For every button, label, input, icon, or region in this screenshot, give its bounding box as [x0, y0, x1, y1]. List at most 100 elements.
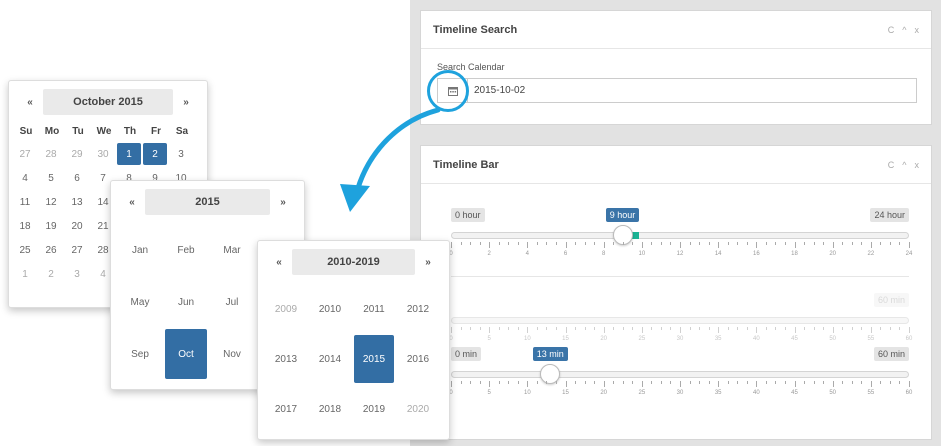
slider-tick-label: 10 — [638, 251, 646, 257]
faded-minute-slider[interactable]: 60 min 0 5 10 15 20 25 30 35 40 45 50 55 60 — [449, 289, 912, 349]
year-cell[interactable]: 2010 — [310, 285, 350, 333]
month-cell[interactable]: Mar — [211, 225, 253, 275]
slider-tick-label: 5 — [487, 336, 491, 342]
prev-year-button[interactable]: « — [119, 197, 145, 208]
month-cell[interactable]: Jun — [165, 277, 207, 327]
slider-tick — [470, 381, 472, 384]
day-cell[interactable]: 13 — [65, 191, 89, 213]
slider-tick — [489, 327, 491, 333]
year-cell[interactable]: 2009 — [266, 285, 306, 333]
slider-tick — [460, 327, 462, 330]
decade-switch[interactable]: 2010-2019 — [292, 249, 415, 275]
slider-tick-label: 2 — [487, 251, 491, 257]
slider-tick-label: 10 — [523, 336, 531, 342]
day-cell[interactable]: 4 — [13, 167, 37, 189]
next-month-button[interactable]: » — [173, 97, 199, 108]
day-cell[interactable]: 12 — [39, 191, 63, 213]
year-cell[interactable]: 2011 — [354, 285, 394, 333]
slider-tick — [575, 381, 577, 384]
year-cell[interactable]: 2014 — [310, 335, 350, 383]
slider-tick — [746, 327, 748, 330]
day-cell[interactable]: 30 — [91, 143, 115, 165]
refresh-icon[interactable]: C — [888, 160, 895, 170]
slider-tick-label: 60 — [905, 336, 913, 342]
minute-slider[interactable]: 0 min 60 min 13 min 0 5 10 15 20 25 30 35 40 45 50… — [449, 343, 912, 413]
slider-tick — [737, 381, 739, 384]
day-cell[interactable]: 5 — [39, 167, 63, 189]
slider-tick — [765, 327, 767, 330]
year-cell[interactable]: 2020 — [398, 385, 438, 433]
day-cell[interactable]: 27 — [13, 143, 37, 165]
month-cell[interactable]: Nov — [211, 329, 253, 379]
month-cell[interactable]: Sep — [119, 329, 161, 379]
collapse-icon[interactable]: ^ — [902, 25, 906, 35]
prev-decade-button[interactable]: « — [266, 257, 292, 268]
slider-tick — [909, 381, 910, 387]
slider-tick — [784, 242, 786, 245]
day-cell[interactable]: 6 — [65, 167, 89, 189]
day-cell[interactable]: 29 — [65, 143, 89, 165]
day-cell[interactable]: 20 — [65, 215, 89, 237]
day-cell[interactable]: 11 — [13, 191, 37, 213]
year-cell[interactable]: 2013 — [266, 335, 306, 383]
weekday-header: Su — [19, 125, 33, 137]
slider-track[interactable] — [451, 232, 909, 239]
slider-tick-label: 15 — [562, 390, 569, 396]
prev-month-button[interactable]: « — [17, 97, 43, 108]
next-decade-button[interactable]: » — [415, 257, 441, 268]
slider-tick — [851, 381, 853, 384]
slider-tick — [899, 381, 901, 384]
day-cell[interactable]: 27 — [65, 239, 89, 261]
slider-tick-label: 30 — [676, 336, 684, 342]
slider-tick-label: 35 — [714, 336, 722, 342]
slider-track[interactable] — [451, 371, 909, 378]
close-icon[interactable]: x — [915, 160, 920, 170]
slider-track[interactable] — [451, 317, 909, 324]
next-year-button[interactable]: » — [270, 197, 296, 208]
year-switch[interactable]: 2015 — [145, 189, 270, 215]
year-cell[interactable]: 2016 — [398, 335, 438, 383]
slider-tick — [508, 381, 510, 384]
slider-tick — [699, 381, 701, 384]
slider-tick — [517, 381, 519, 384]
slider-tick-label: 25 — [638, 336, 646, 342]
day-cell[interactable]: 28 — [39, 143, 63, 165]
slider-tick — [775, 327, 777, 330]
year-cell[interactable]: 2015 — [354, 335, 394, 383]
day-cell[interactable]: 2 — [143, 143, 167, 165]
month-cell[interactable]: May — [119, 277, 161, 327]
close-icon[interactable]: x — [915, 25, 920, 35]
day-cell[interactable]: 1 — [117, 143, 141, 165]
day-cell[interactable]: 3 — [169, 143, 193, 165]
slider-tick — [594, 327, 596, 330]
search-date-input[interactable]: 2015-10-02 — [437, 78, 917, 103]
month-cell[interactable]: Jan — [119, 225, 161, 275]
month-switch[interactable]: October 2015 — [43, 89, 173, 115]
day-cell[interactable]: 1 — [13, 263, 37, 285]
day-cell[interactable]: 2 — [39, 263, 63, 285]
day-cell[interactable]: 26 — [39, 239, 63, 261]
day-cell[interactable]: 3 — [65, 263, 89, 285]
slider-tick — [813, 381, 815, 384]
month-cell[interactable]: Feb — [165, 225, 207, 275]
slider-tick — [641, 242, 643, 248]
slider-tick — [889, 381, 891, 384]
slider-tick — [527, 242, 529, 248]
refresh-icon[interactable]: C — [888, 25, 895, 35]
timeline-search-panel: Timeline Search C ^ x Search Calendar 20… — [420, 10, 932, 125]
year-cell[interactable]: 2018 — [310, 385, 350, 433]
collapse-icon[interactable]: ^ — [902, 160, 906, 170]
year-cell[interactable]: 2012 — [398, 285, 438, 333]
year-cell[interactable]: 2017 — [266, 385, 306, 433]
hour-slider[interactable]: 0 hour 24 hour 9 hour 0 2 4 6 8 10 12 14 16 18 20 2… — [449, 204, 912, 274]
month-cell[interactable]: Jul — [211, 277, 253, 327]
day-cell[interactable]: 18 — [13, 215, 37, 237]
slider-tick — [527, 327, 529, 333]
slider-tick — [555, 327, 557, 330]
day-cell[interactable]: 25 — [13, 239, 37, 261]
day-cell[interactable]: 19 — [39, 215, 63, 237]
slider-tick — [804, 381, 806, 384]
slider-tick — [460, 381, 462, 384]
year-cell[interactable]: 2019 — [354, 385, 394, 433]
month-cell[interactable]: Oct — [165, 329, 207, 379]
